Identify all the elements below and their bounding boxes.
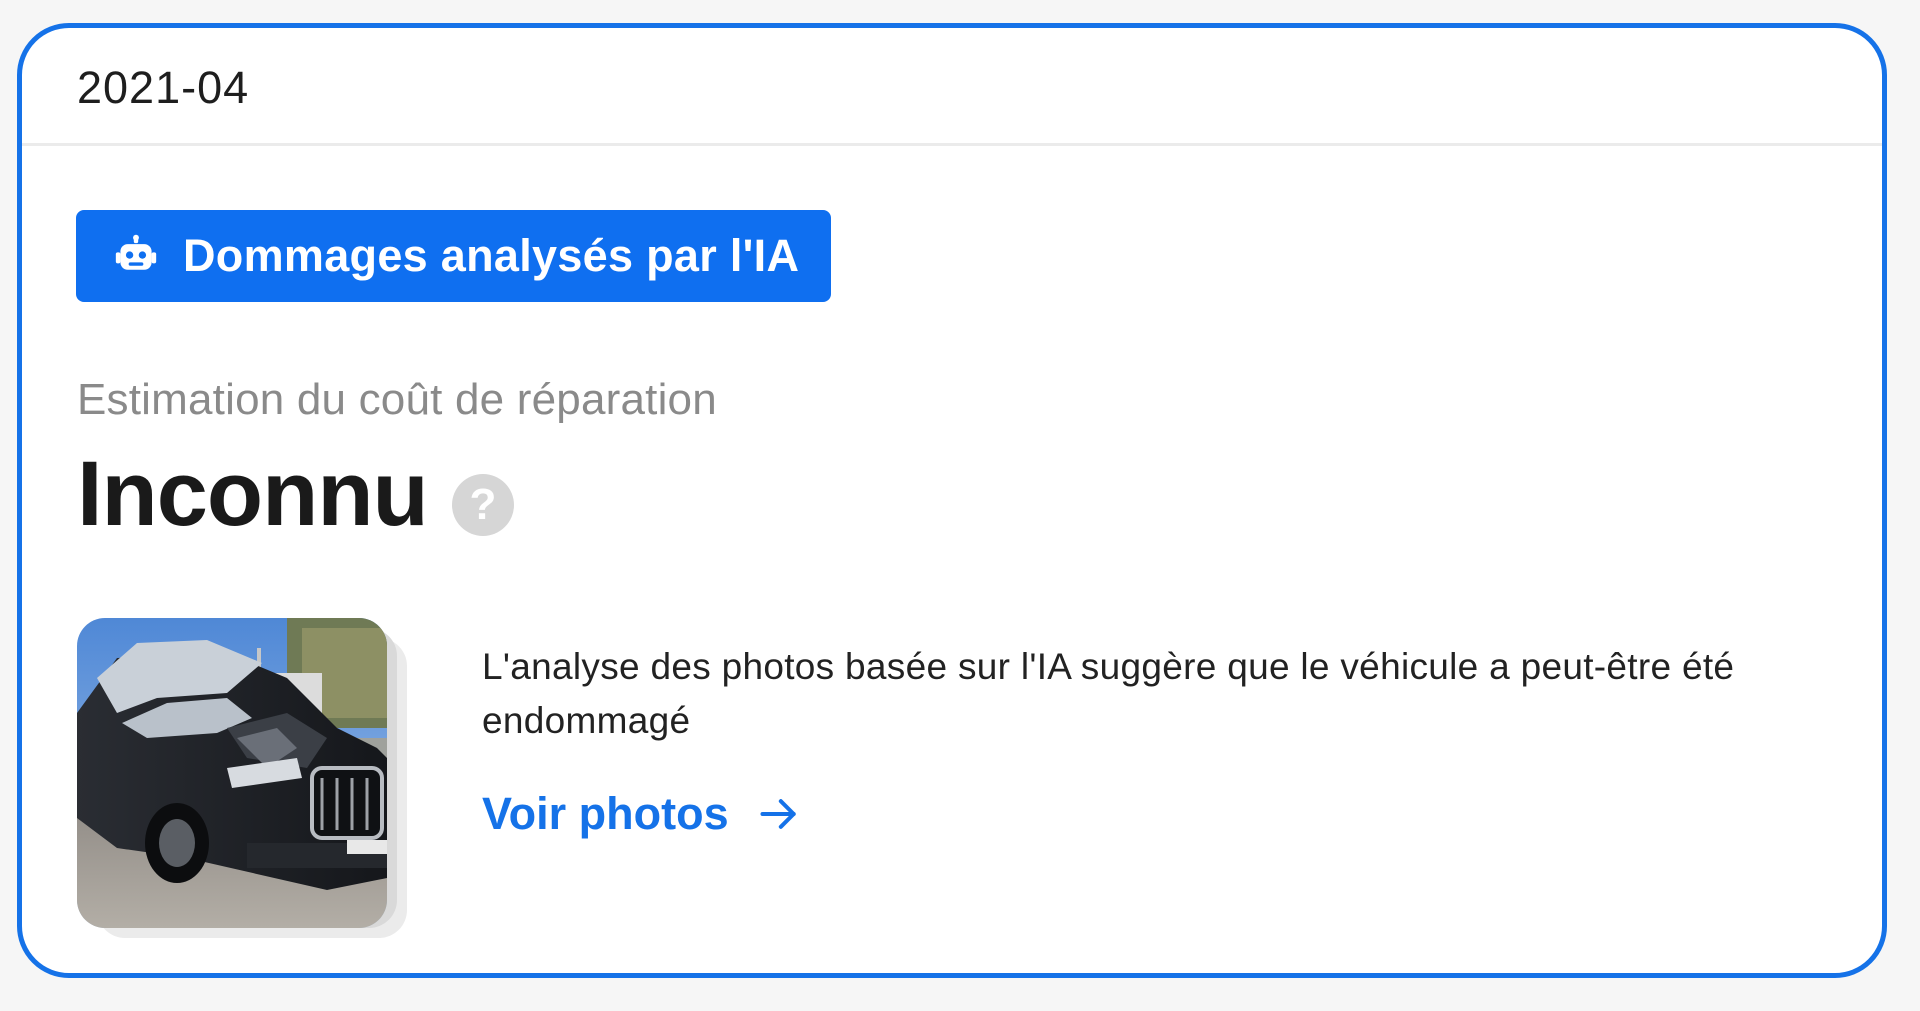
- ai-badge-label: Dommages analysés par l'IA: [183, 230, 800, 281]
- ai-analysis-badge: Dommages analysés par l'IA: [76, 210, 832, 302]
- ai-analysis-description: L'analyse des photos basée sur l'IA sugg…: [482, 646, 1735, 741]
- repair-cost-value: Inconnu: [77, 443, 429, 545]
- card-header: 2021-04: [22, 28, 1882, 146]
- photo-stack[interactable]: [77, 618, 437, 938]
- arrow-right-icon: [760, 799, 796, 829]
- help-icon[interactable]: ?: [452, 474, 514, 536]
- view-photos-link[interactable]: Voir photos: [482, 788, 801, 840]
- vehicle-damage-card: 2021-04 Dommages analysés par l'IA Estim…: [17, 23, 1887, 978]
- card-date: 2021-04: [77, 61, 250, 113]
- damaged-car-photo[interactable]: [77, 618, 387, 928]
- damaged-car-image: [77, 618, 387, 928]
- robot-icon: [115, 234, 157, 270]
- view-photos-label: Voir photos: [482, 788, 729, 839]
- repair-cost-label: Estimation du coût de réparation: [77, 375, 717, 424]
